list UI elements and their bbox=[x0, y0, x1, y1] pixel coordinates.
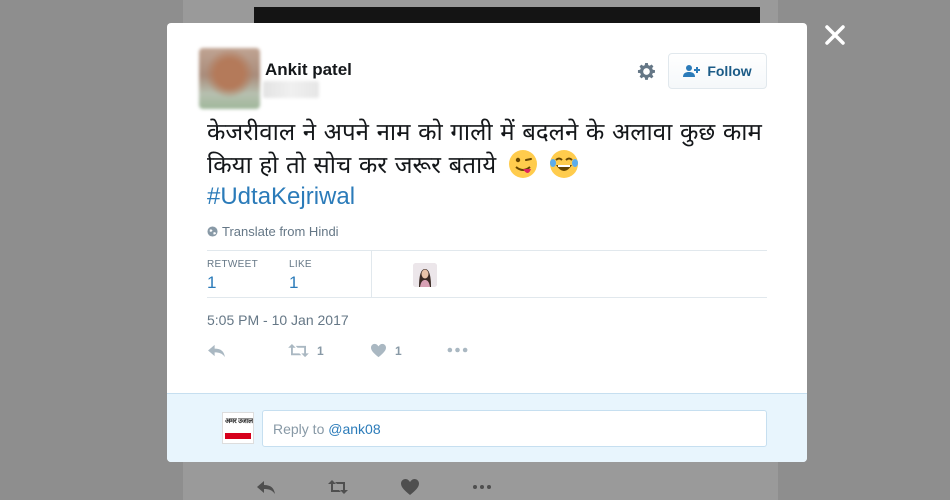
like-action-count: 1 bbox=[395, 343, 402, 358]
like-stat[interactable]: LIKE 1 bbox=[289, 259, 312, 293]
more-icon bbox=[447, 347, 468, 353]
avatar-logo-bar bbox=[225, 433, 251, 439]
reply-prefix: Reply to bbox=[273, 421, 329, 437]
reply-button[interactable] bbox=[207, 343, 226, 358]
like-button[interactable]: 1 bbox=[370, 343, 402, 358]
follow-label: Follow bbox=[707, 63, 752, 79]
tweet-stats: RETWEET 1 LIKE 1 bbox=[207, 250, 767, 298]
author-name[interactable]: Ankit patel bbox=[265, 60, 352, 80]
reply-composer: अमर उजाला Reply to @ank08 bbox=[167, 393, 807, 462]
tears-of-joy-emoji bbox=[550, 150, 579, 178]
reply-icon bbox=[208, 344, 225, 358]
current-user-avatar[interactable]: अमर उजाला bbox=[222, 412, 254, 444]
author-avatar[interactable] bbox=[199, 48, 260, 109]
background-tweet-actions bbox=[250, 474, 550, 500]
follow-button[interactable]: Follow bbox=[668, 53, 767, 89]
more-button[interactable] bbox=[447, 343, 468, 357]
globe-icon bbox=[207, 226, 218, 237]
background-retweet-icon bbox=[328, 480, 348, 494]
background-reply-icon bbox=[257, 481, 275, 494]
translate-link[interactable]: Translate from Hindi bbox=[207, 224, 339, 239]
retweet-button[interactable]: 1 bbox=[288, 343, 324, 358]
translate-label: Translate from Hindi bbox=[222, 224, 339, 239]
reply-input[interactable]: Reply to @ank08 bbox=[262, 410, 767, 447]
like-stat-count: 1 bbox=[289, 273, 299, 292]
close-icon[interactable] bbox=[822, 22, 848, 48]
reply-handle: @ank08 bbox=[328, 421, 381, 437]
follow-person-icon bbox=[683, 65, 701, 77]
background-heart-icon bbox=[401, 479, 419, 495]
retweet-action-count: 1 bbox=[317, 343, 324, 358]
tweet-modal: Ankit patel Follow केजरीवाल ने अपने नाम … bbox=[167, 23, 807, 462]
like-stat-label: LIKE bbox=[289, 259, 312, 270]
heart-icon bbox=[371, 343, 386, 358]
retweet-stat[interactable]: RETWEET 1 bbox=[207, 259, 258, 293]
hashtag-link[interactable]: #UdtaKejriwal bbox=[207, 183, 355, 211]
retweet-stat-count: 1 bbox=[207, 273, 217, 292]
winking-tongue-emoji bbox=[508, 150, 537, 178]
gear-icon[interactable] bbox=[637, 62, 656, 81]
avatar-logo-text: अमर उजाला bbox=[225, 418, 254, 425]
tweet-actions: 1 1 bbox=[207, 341, 507, 365]
tweet-timestamp[interactable]: 5:05 PM - 10 Jan 2017 bbox=[207, 312, 349, 328]
tweet-body: केजरीवाल ने अपने नाम को गाली में बदलने क… bbox=[207, 118, 762, 179]
retweet-stat-label: RETWEET bbox=[207, 259, 258, 270]
retweet-icon bbox=[288, 343, 309, 358]
liker-avatar[interactable] bbox=[413, 263, 437, 287]
tweet-text: केजरीवाल ने अपने नाम को गाली में बदलने क… bbox=[207, 116, 787, 182]
author-handle-blurred bbox=[263, 81, 319, 98]
background-more-icon bbox=[473, 485, 491, 489]
stats-divider bbox=[371, 251, 372, 298]
